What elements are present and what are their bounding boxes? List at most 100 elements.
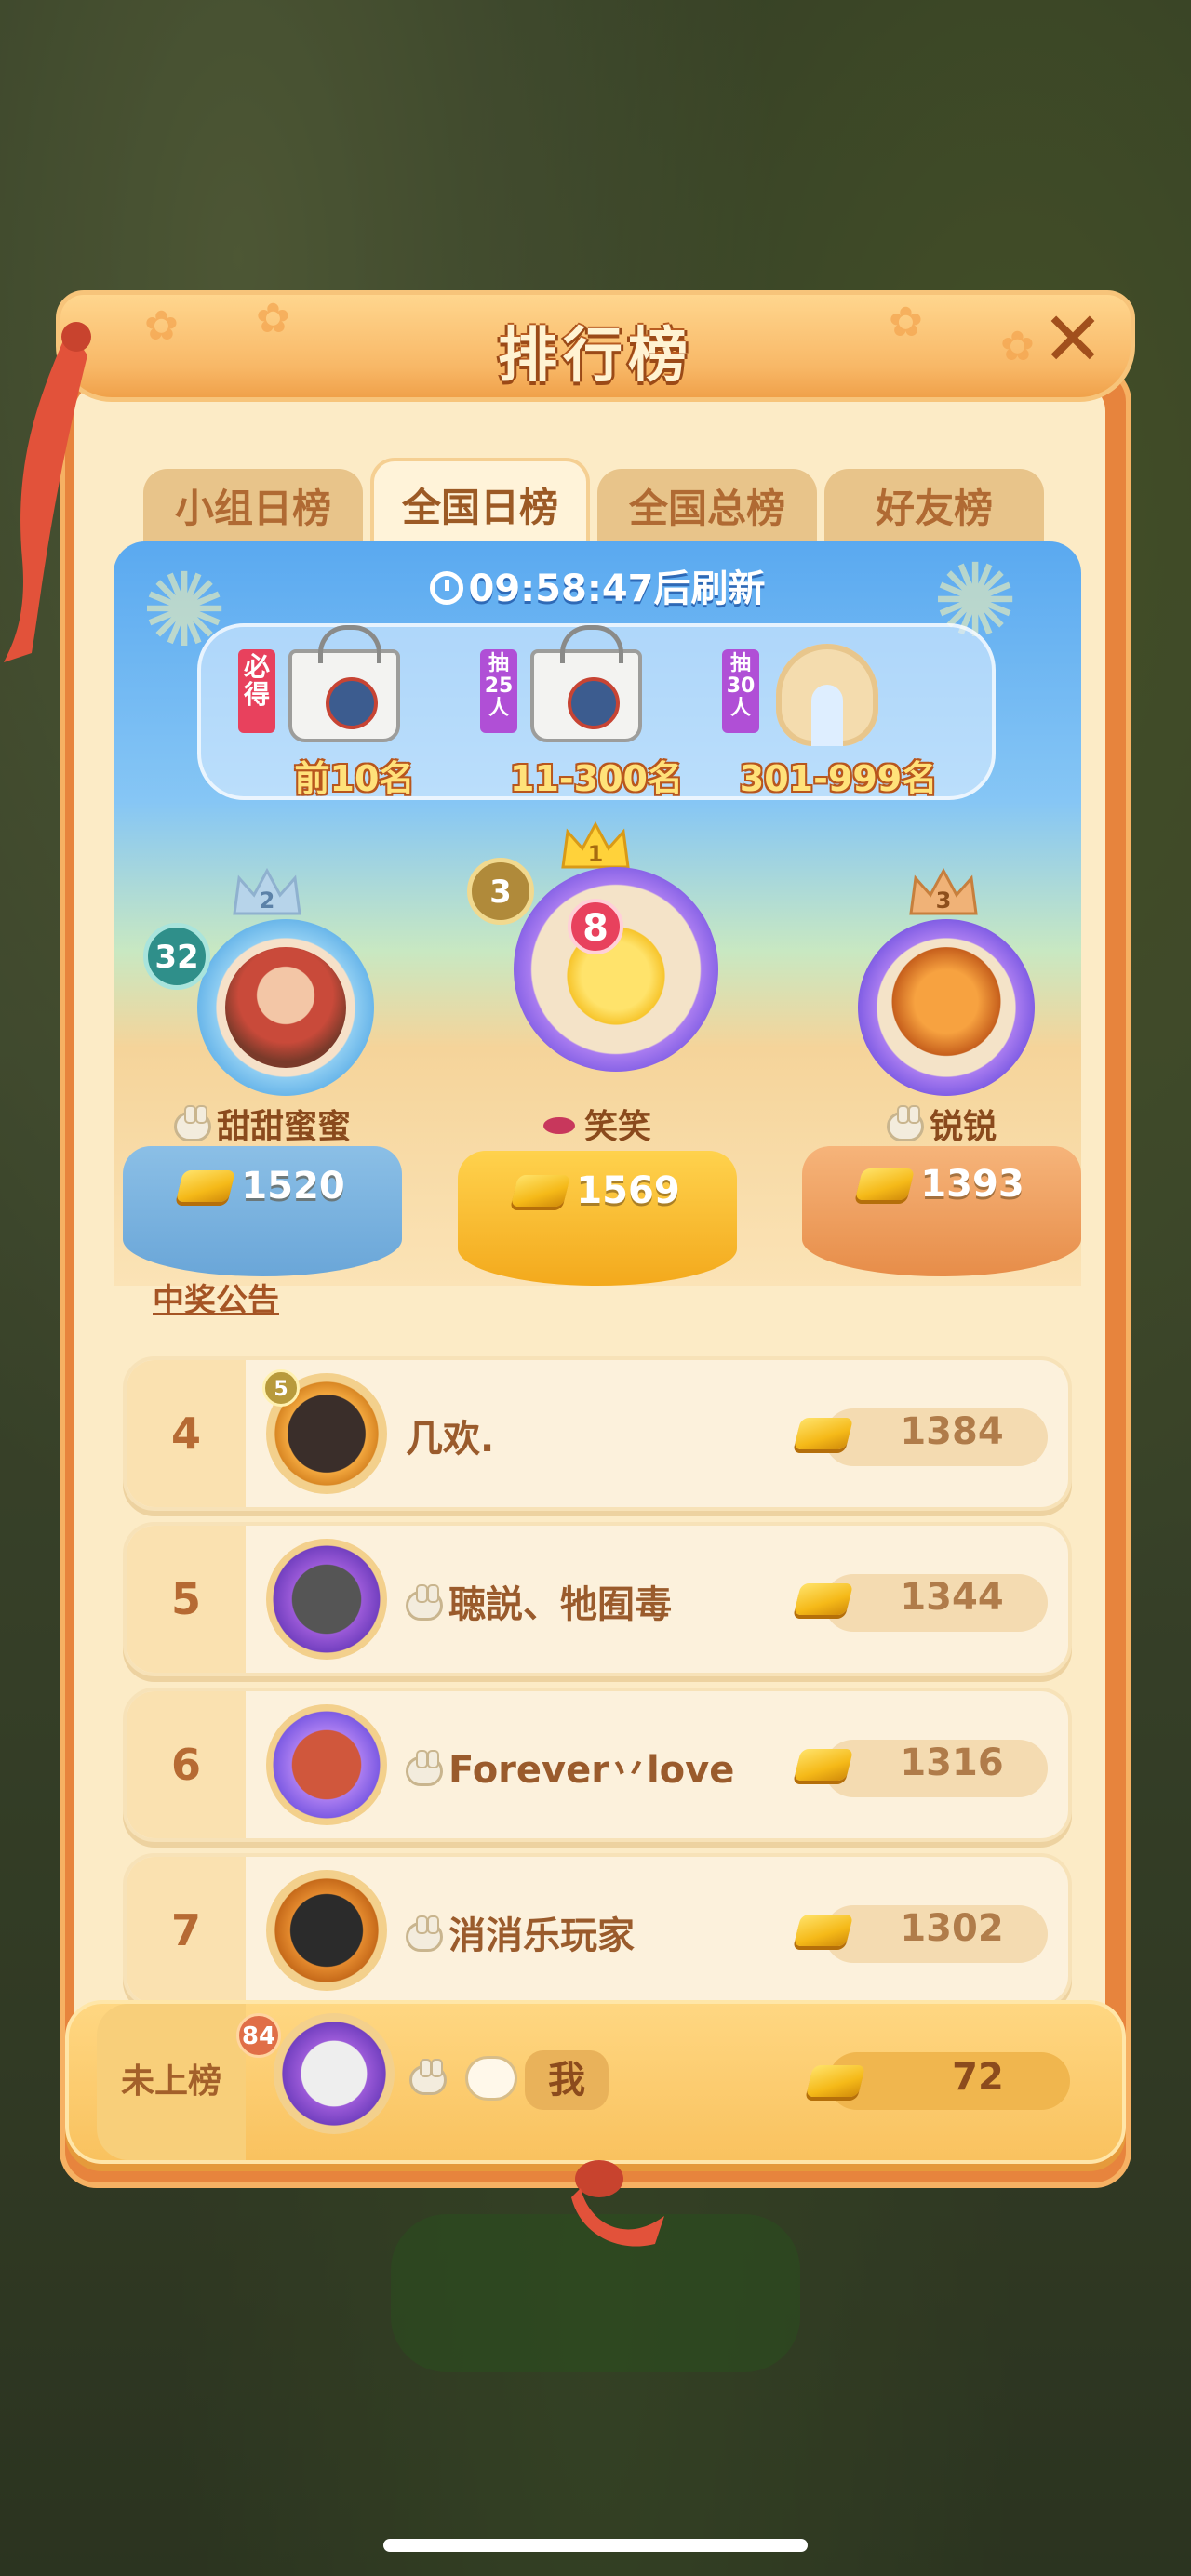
tab-friends[interactable]: 好友榜 xyxy=(824,469,1044,549)
rank-number: 6 xyxy=(127,1691,246,1838)
rank-number: 4 xyxy=(127,1360,246,1507)
podium-second[interactable]: 2 32 甜甜蜜蜜 1520 xyxy=(123,867,402,1286)
player-name-text: Forever丷love xyxy=(448,1749,735,1792)
podium-name: 甜甜蜜蜜 xyxy=(123,1100,402,1148)
player-name: 我 xyxy=(525,2050,609,2110)
player-name: 锐锐 xyxy=(929,1108,997,1146)
prize-11-300[interactable]: 抽25人 11-300名 xyxy=(480,625,713,799)
prize-tag: 抽30人 xyxy=(722,649,759,733)
score-value: 1569 xyxy=(576,1169,680,1212)
ribbon-decoration xyxy=(4,322,91,662)
prize-label: 301-999名 xyxy=(739,758,938,799)
prize-label: 前10名 xyxy=(294,758,415,799)
refresh-text: 09:58:47后刷新 xyxy=(468,567,766,610)
avatar[interactable] xyxy=(274,2013,395,2134)
gold-bar-icon xyxy=(793,1418,854,1449)
score-value: 1316 xyxy=(900,1742,1004,1784)
crown-bronze-icon: 3 xyxy=(909,867,978,915)
podium-score: 1393 xyxy=(802,1163,1081,1206)
prize-top10[interactable]: 必得 前10名 xyxy=(238,625,471,799)
streak-badge: 8 xyxy=(568,899,623,954)
refresh-timer: 09:58:47后刷新 xyxy=(114,558,1081,612)
my-rank-label: 未上榜 xyxy=(97,2004,246,2160)
avatar[interactable] xyxy=(266,1539,387,1660)
list-item[interactable]: 5 聴説、牠囿毒 1344 xyxy=(123,1522,1072,1676)
my-rank-row[interactable]: 未上榜 84 我 72 xyxy=(65,2000,1126,2164)
rabbit-icon xyxy=(173,1105,211,1141)
ribbon-decoration xyxy=(571,2160,664,2247)
panel-header: ✿ ✿ ✿ ✿ 排行榜 ✕ xyxy=(56,290,1135,402)
prize-box[interactable]: 必得 前10名 抽25人 11-300名 抽30人 301-999名 xyxy=(197,623,996,800)
level-badge: 32 xyxy=(143,923,210,990)
gold-bar-icon xyxy=(793,1749,854,1781)
neck-pillow-icon xyxy=(776,644,878,746)
level-badge: 3 xyxy=(467,858,534,925)
crown-silver-icon: 2 xyxy=(233,867,301,915)
podium-score: 1520 xyxy=(123,1165,402,1208)
tab-national-daily[interactable]: 全国日榜 xyxy=(370,458,590,549)
score-value: 1520 xyxy=(241,1165,345,1208)
tab-national-total[interactable]: 全国总榜 xyxy=(597,469,817,549)
avatar[interactable] xyxy=(514,867,718,1072)
rabbit-icon xyxy=(406,1584,443,1621)
avatar[interactable] xyxy=(266,1870,387,1991)
player-name: 聴説、牠囿毒 xyxy=(406,1574,672,1628)
list-item[interactable]: 6 Forever丷love 1316 xyxy=(123,1688,1072,1842)
rabbit-icon xyxy=(409,2059,447,2095)
podium-score: 1569 xyxy=(458,1169,737,1212)
podium-rank: 2 xyxy=(260,888,275,914)
bunny-pet-icon xyxy=(465,2056,517,2101)
player-name: 几欢. xyxy=(406,1418,495,1461)
list-item[interactable]: 4 5 几欢. 1384 xyxy=(123,1356,1072,1511)
level-badge: 84 xyxy=(236,2013,281,2058)
announcement-link[interactable]: 中奖公告 xyxy=(153,1275,279,1320)
prize-tag: 抽25人 xyxy=(480,649,517,733)
gold-bar-icon xyxy=(793,1583,854,1615)
prize-301-999[interactable]: 抽30人 301-999名 xyxy=(722,640,955,799)
prize-hero: ✺ ✺ 09:58:47后刷新 必得 前10名 抽25人 11-300名 抽30… xyxy=(114,541,1081,1286)
score-value: 1393 xyxy=(920,1163,1024,1206)
gold-bar-icon xyxy=(176,1170,236,1202)
avatar[interactable] xyxy=(858,919,1035,1096)
crown-gold-icon: 1 xyxy=(561,821,630,869)
avatar[interactable] xyxy=(197,919,374,1096)
gold-bar-icon xyxy=(793,1915,854,1946)
tab-group-daily[interactable]: 小组日榜 xyxy=(143,469,363,549)
leaderboard-panel: ✿ ✿ ✿ ✿ 排行榜 ✕ 小组日榜 全国日榜 全国总榜 好友榜 ✺ ✺ 09:… xyxy=(4,290,1135,2247)
player-name-text: 聴説、牠囿毒 xyxy=(448,1583,672,1626)
prize-tag: 必得 xyxy=(238,649,275,733)
avatar-image xyxy=(886,947,1007,1068)
podium-name: 锐锐 xyxy=(802,1100,1081,1148)
tab-bar: 小组日榜 全国日榜 全国总榜 好友榜 xyxy=(143,458,1055,551)
prize-label: 11-300名 xyxy=(510,758,683,799)
rank-number: 5 xyxy=(127,1526,246,1673)
podium-third[interactable]: 3 锐锐 1393 xyxy=(802,867,1081,1286)
player-name: Forever丷love xyxy=(406,1740,734,1794)
player-name: 甜甜蜜蜜 xyxy=(216,1108,351,1146)
score-value: 1344 xyxy=(900,1576,1004,1619)
rank-number: 7 xyxy=(127,1857,246,2004)
score-value: 1302 xyxy=(900,1907,1004,1950)
score-value: 1384 xyxy=(900,1410,1004,1453)
podium-name: 笑笑 xyxy=(458,1100,737,1148)
level-badge: 5 xyxy=(262,1369,300,1407)
gold-bar-icon xyxy=(805,2065,866,2097)
clock-icon xyxy=(429,571,463,605)
tote-bag-icon xyxy=(530,625,642,742)
podium-first[interactable]: 1 3 8 笑笑 1569 xyxy=(458,821,737,1286)
tote-bag-icon xyxy=(288,625,400,742)
rabbit-icon xyxy=(886,1105,924,1141)
gold-bar-icon xyxy=(855,1168,916,1200)
podium-rank: 3 xyxy=(936,888,952,914)
home-indicator[interactable] xyxy=(383,2539,808,2552)
avatar[interactable] xyxy=(266,1704,387,1825)
score-value: 72 xyxy=(952,2056,1004,2099)
close-icon[interactable]: ✕ xyxy=(1036,302,1110,380)
rabbit-icon xyxy=(406,1915,443,1952)
player-name: 笑笑 xyxy=(583,1108,651,1146)
player-name-text: 消消乐玩家 xyxy=(448,1915,635,1957)
player-name: 消消乐玩家 xyxy=(406,1905,635,1959)
list-item[interactable]: 7 消消乐玩家 1302 xyxy=(123,1853,1072,2008)
avatar-image xyxy=(225,947,346,1068)
lips-icon xyxy=(542,1117,575,1134)
